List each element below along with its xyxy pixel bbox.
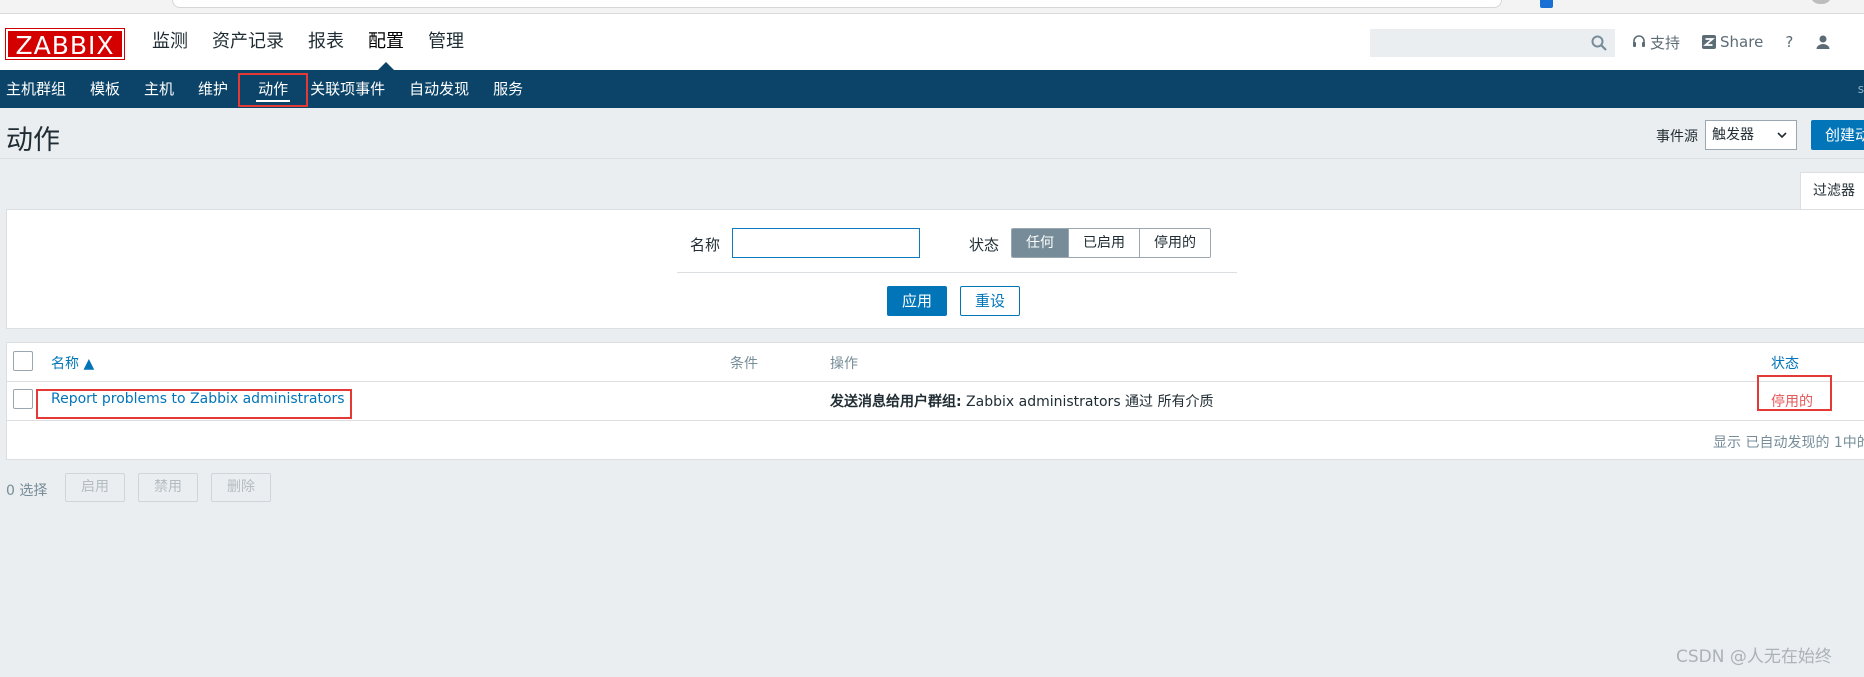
select-all-checkbox[interactable] (13, 351, 33, 371)
chevron-down-icon (1777, 132, 1787, 139)
filter-name-label: 名称 (690, 236, 721, 254)
filter-name-input[interactable] (732, 228, 920, 258)
title-divider (0, 158, 1864, 159)
share-label: Share (1720, 33, 1764, 51)
support-link[interactable]: 支持 (1632, 32, 1680, 53)
action-status-link[interactable]: 停用的 (1771, 391, 1813, 411)
headset-icon (1633, 35, 1645, 47)
action-operations: 发送消息给用户群组: Zabbix administrators 通过 所有介质 (830, 391, 1214, 411)
mass-delete-button[interactable]: 删除 (211, 473, 271, 502)
header-divider (7, 381, 1864, 382)
subnav-services[interactable]: 服务 (481, 70, 535, 108)
filter-divider (677, 272, 1237, 273)
search-input[interactable] (1371, 30, 1581, 56)
extension-icon[interactable] (1540, 0, 1553, 8)
nav-monitoring[interactable]: 监测 (140, 14, 200, 70)
watermark: CSDN @人无在始终 (1676, 647, 1832, 667)
operation-label: 发送消息给用户群组: (830, 394, 962, 410)
actions-table: 名称 ▲ 条件 操作 状态 Report problems to Zabbix … (6, 342, 1864, 460)
column-header-operations: 操作 (830, 356, 858, 372)
main-nav: 监测 资产记录 报表 配置 管理 (140, 14, 476, 70)
table-footer-count: 显示 已自动发现的 1中的1 (1713, 435, 1864, 451)
subnav-discovery[interactable]: 自动发现 (397, 70, 481, 108)
zabbix-share-icon (1702, 35, 1717, 49)
mass-disable-button[interactable]: 禁用 (138, 473, 198, 502)
operation-detail: Zabbix administrators 通过 所有介质 (961, 394, 1214, 410)
subnav-host-groups[interactable]: 主机群组 (0, 70, 78, 108)
create-action-button[interactable]: 创建动作 (1811, 120, 1864, 150)
status-option-any[interactable]: 任何 (1012, 229, 1068, 257)
address-bar[interactable] (172, 0, 1502, 8)
nav-administration[interactable]: 管理 (416, 14, 476, 70)
mass-enable-button[interactable]: 启用 (65, 473, 125, 502)
help-icon: ? (1785, 33, 1794, 51)
sub-nav: 主机群组 模板 主机 维护 动作 关联项事件 自动发现 服务 s (0, 70, 1864, 108)
profile-avatar[interactable] (1810, 0, 1832, 4)
nav-inventory[interactable]: 资产记录 (200, 14, 296, 70)
nav-configuration[interactable]: 配置 (356, 14, 416, 70)
status-option-disabled[interactable]: 停用的 (1139, 229, 1210, 257)
filter-status-label: 状态 (969, 236, 1000, 254)
row-divider (7, 420, 1864, 421)
subnav-hosts[interactable]: 主机 (132, 70, 186, 108)
global-search (1370, 29, 1615, 57)
column-header-name[interactable]: 名称 ▲ (51, 353, 94, 373)
help-link[interactable]: ? (1785, 33, 1793, 51)
event-source-label: 事件源 (1656, 129, 1698, 145)
status-option-enabled[interactable]: 已启用 (1068, 229, 1139, 257)
filter-tab[interactable]: 过滤器 (1800, 172, 1864, 210)
selected-count: 0 选择 (6, 483, 48, 499)
event-source-value: 触发器 (1712, 127, 1754, 143)
user-icon (1816, 35, 1830, 49)
filter-panel: 名称 状态 任何 已启用 停用的 应用 重设 (6, 209, 1864, 329)
browser-toolbar (0, 0, 1864, 14)
subnav-templates[interactable]: 模板 (78, 70, 132, 108)
subnav-actions[interactable]: 动作 (240, 70, 306, 108)
nav-reports[interactable]: 报表 (296, 14, 356, 70)
zabbix-logo[interactable]: ZABBIX (6, 29, 124, 60)
column-header-status[interactable]: 状态 (1771, 353, 1799, 373)
share-link[interactable]: Share (1702, 33, 1763, 51)
filter-status-segmented: 任何 已启用 停用的 (1011, 228, 1211, 258)
reset-button[interactable]: 重设 (960, 286, 1020, 316)
user-profile-link[interactable] (1815, 34, 1835, 50)
subnav-maintenance[interactable]: 维护 (186, 70, 240, 108)
event-source-select[interactable]: 触发器 (1705, 120, 1797, 150)
search-icon[interactable] (1590, 34, 1608, 52)
column-header-conditions: 条件 (730, 356, 758, 372)
page-title: 动作 (6, 125, 60, 156)
header-links: 支持 Share ? (1632, 14, 1857, 70)
row-checkbox[interactable] (13, 389, 33, 409)
top-header: ZABBIX 监测 资产记录 报表 配置 管理 支持 Share ? (0, 14, 1864, 70)
subnav-overflow: s (1857, 82, 1864, 96)
support-label: 支持 (1650, 33, 1681, 52)
subnav-event-correlation[interactable]: 关联项事件 (306, 70, 397, 108)
apply-button[interactable]: 应用 (887, 286, 947, 316)
action-name-link[interactable]: Report problems to Zabbix administrators (51, 391, 345, 407)
